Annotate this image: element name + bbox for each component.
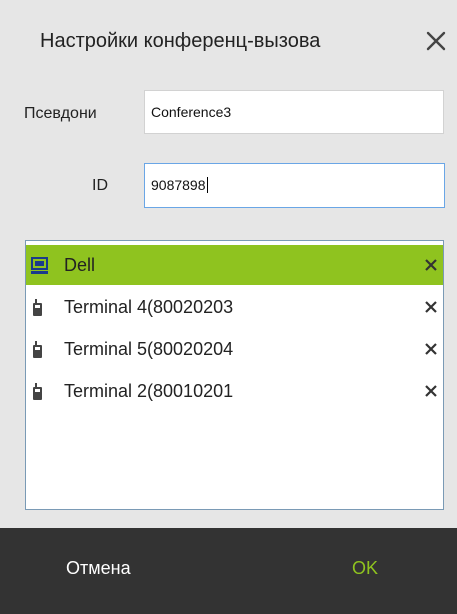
id-input[interactable]: 9087898 xyxy=(144,163,445,208)
participant-label: Dell xyxy=(64,255,96,275)
text-caret xyxy=(206,177,208,193)
participant-row[interactable]: Terminal 2(80010201 xyxy=(26,371,443,411)
phone-terminal-icon xyxy=(30,299,50,317)
conference-settings-dialog: Настройки конференц-вызова Псевдони Conf… xyxy=(0,0,457,614)
alias-label: Псевдони xyxy=(24,105,97,122)
alias-input[interactable]: Conference3 xyxy=(144,90,444,134)
remove-icon[interactable] xyxy=(424,258,438,272)
phone-terminal-icon xyxy=(30,341,50,359)
cancel-button[interactable]: Отмена xyxy=(66,558,131,579)
participant-row[interactable]: Dell xyxy=(26,245,443,285)
id-input-value: 9087898 xyxy=(151,177,206,193)
title-bar: Настройки конференц-вызова xyxy=(0,0,457,86)
dialog-footer: Отмена OK xyxy=(0,528,457,614)
remove-icon[interactable] xyxy=(424,300,438,314)
close-icon[interactable] xyxy=(425,30,447,52)
remove-icon[interactable] xyxy=(424,342,438,356)
dialog-title: Настройки конференц-вызова xyxy=(40,30,321,52)
computer-icon xyxy=(30,257,50,275)
participant-label: Terminal 4(80020203 xyxy=(64,297,234,317)
participant-label: Terminal 2(80010201 xyxy=(64,381,234,401)
phone-terminal-icon xyxy=(30,383,50,401)
ok-button[interactable]: OK xyxy=(352,558,378,579)
participant-list[interactable]: Dell Terminal 4(80020203 Terminal 5(8002… xyxy=(25,240,444,510)
remove-icon[interactable] xyxy=(424,384,438,398)
participant-label: Terminal 5(80020204 xyxy=(64,339,234,359)
participant-row[interactable]: Terminal 5(80020204 xyxy=(26,329,443,369)
participant-row[interactable]: Terminal 4(80020203 xyxy=(26,287,443,327)
id-label: ID xyxy=(92,177,108,194)
